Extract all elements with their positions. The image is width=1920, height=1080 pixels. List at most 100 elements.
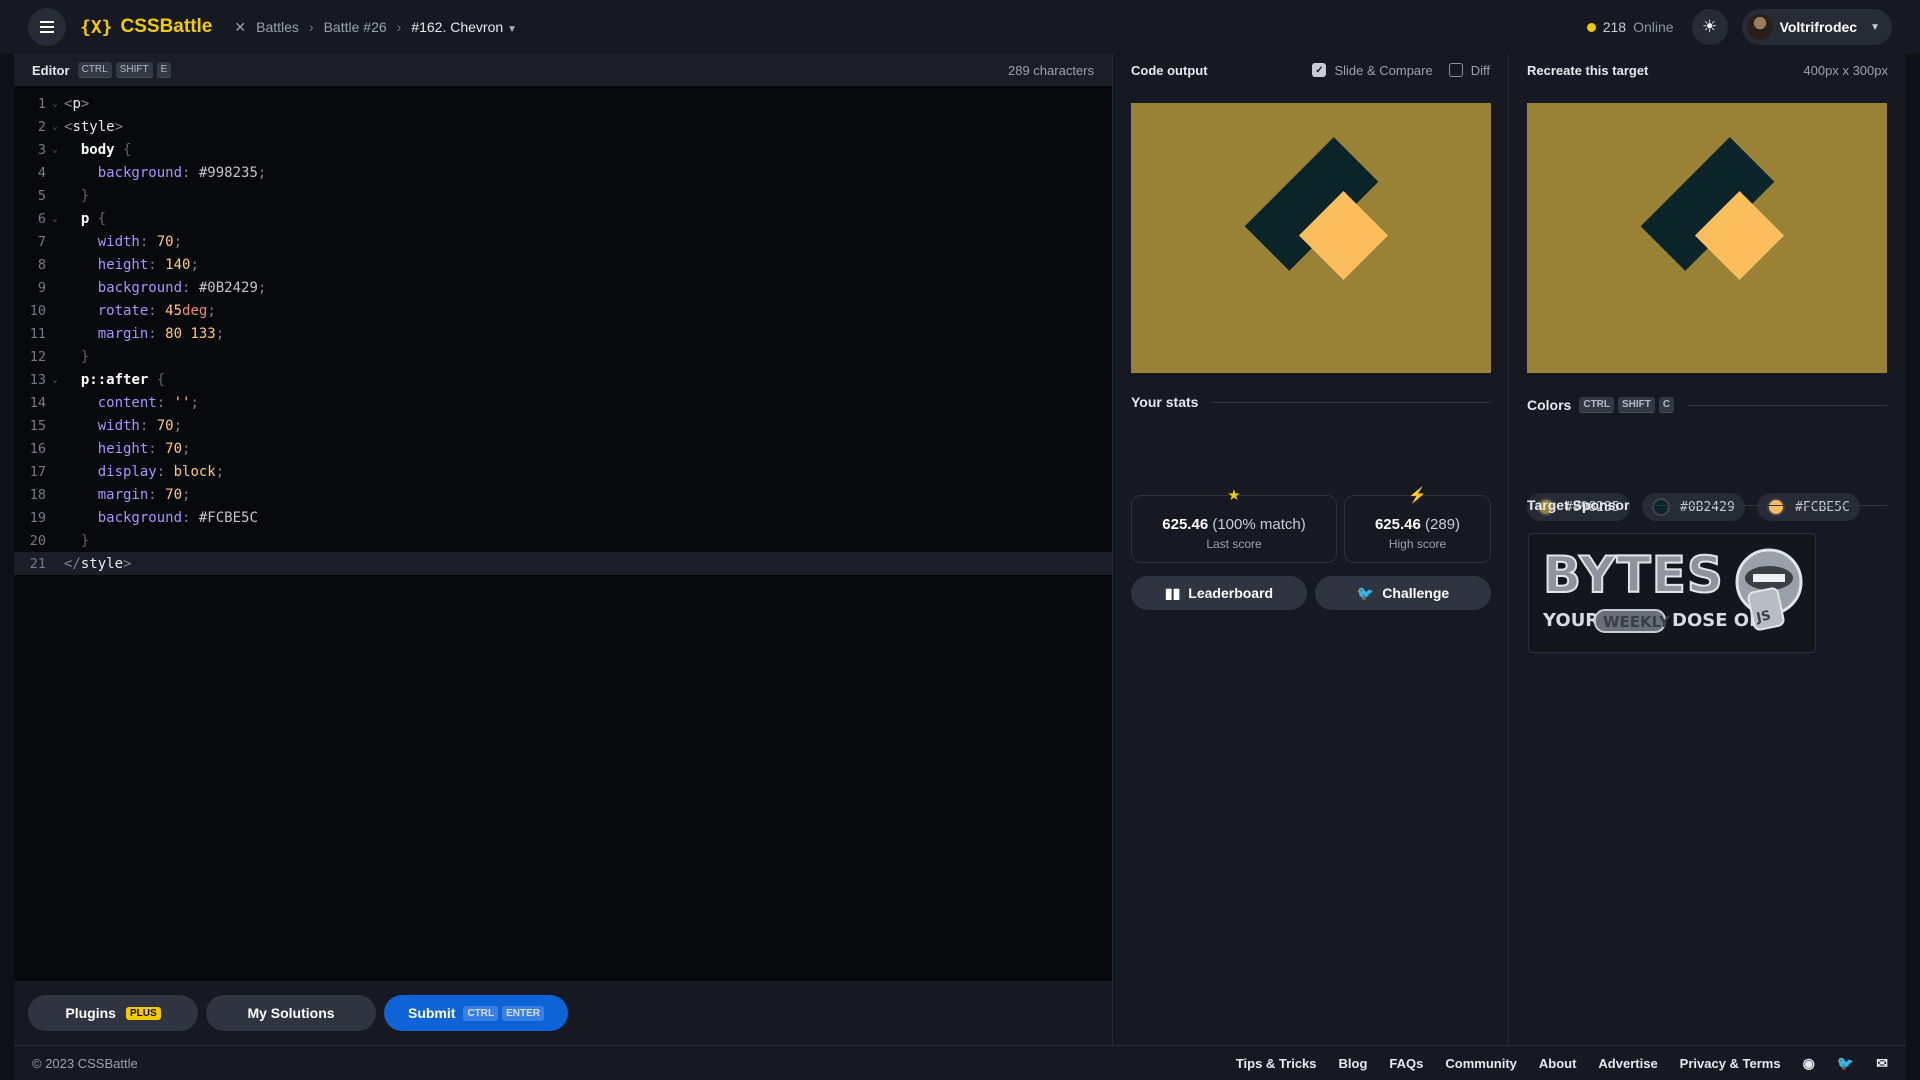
code-token: #FCBE5C xyxy=(198,509,258,526)
stats-title: Your stats xyxy=(1131,394,1199,410)
kbd-ctrl: CTRL xyxy=(1579,397,1615,413)
line-number: 7 xyxy=(37,233,46,250)
theme-toggle-button[interactable]: ☀ xyxy=(1691,9,1728,45)
chevron-right-icon: › xyxy=(396,19,402,35)
code-token: style xyxy=(72,118,115,135)
character-count: 289 characters xyxy=(1008,62,1094,78)
line-number: 19 xyxy=(29,509,46,526)
line-number: 14 xyxy=(29,394,46,411)
code-line[interactable]: 9 background: #0B2429; xyxy=(14,276,1112,299)
code-token: background xyxy=(97,279,183,296)
submit-label: Submit xyxy=(407,1005,456,1021)
my-solutions-label: My Solutions xyxy=(247,1005,335,1021)
page-footer: © 2023 CSSBattle Tips & Tricks Blog FAQs… xyxy=(14,1045,1906,1080)
sun-icon: ☀ xyxy=(1701,17,1718,36)
footer-link-tips[interactable]: Tips & Tricks xyxy=(1236,1056,1317,1071)
line-number: 10 xyxy=(29,302,46,319)
code-token: content xyxy=(97,394,157,411)
fold-icon[interactable]: ⌄ xyxy=(46,375,64,385)
logo[interactable]: {X} CSSBattle xyxy=(80,16,212,38)
code-line[interactable]: 1 ⌄ < p > xyxy=(14,92,1112,115)
footer-link-community[interactable]: Community xyxy=(1445,1056,1517,1071)
code-line[interactable]: 15 width: 70; xyxy=(14,414,1112,437)
line-number: 3 xyxy=(37,141,46,158)
fold-icon[interactable]: ⌄ xyxy=(46,214,64,224)
challenge-button[interactable]: 🐦 Challenge xyxy=(1315,576,1491,610)
last-score-detail: (100% match) xyxy=(1212,516,1306,533)
discord-icon[interactable]: ◉ xyxy=(1803,1055,1815,1072)
code-token: margin xyxy=(97,486,149,503)
hamburger-icon xyxy=(40,26,54,28)
logo-mark: {X} xyxy=(80,16,113,38)
footer-link-blog[interactable]: Blog xyxy=(1339,1056,1368,1071)
fold-icon[interactable]: ⌄ xyxy=(46,145,64,155)
code-editor[interactable]: 1 ⌄ < p > 2 ⌄ < style > 3 ⌄ body { 4 background: … xyxy=(14,86,1112,575)
sponsor-banner[interactable]: BYTES YOUR WEEKLY DOSE OF JS xyxy=(1528,533,1816,653)
code-line[interactable]: 8 height: 140; xyxy=(14,253,1112,276)
code-token: width xyxy=(97,233,140,250)
code-line[interactable]: 7 width: 70; xyxy=(14,230,1112,253)
line-number: 13 xyxy=(29,371,46,388)
code-line[interactable]: 18 margin: 70; xyxy=(14,483,1112,506)
code-line-active[interactable]: 21 </style > xyxy=(14,552,1112,575)
menu-button[interactable] xyxy=(28,8,66,46)
code-token: p xyxy=(80,371,90,388)
code-line[interactable]: 12 } xyxy=(14,345,1112,368)
code-line[interactable]: 6 ⌄ p { xyxy=(14,207,1112,230)
footer-link-advertise[interactable]: Advertise xyxy=(1598,1056,1657,1071)
crossed-swords-icon: ✕ xyxy=(234,18,247,35)
code-line[interactable]: 4 background: #998235; xyxy=(14,161,1112,184)
code-token: 140 xyxy=(165,256,191,273)
breadcrumb-target[interactable]: #162. Chevron ▼ xyxy=(411,19,517,35)
footer-link-privacy[interactable]: Privacy & Terms xyxy=(1680,1056,1781,1071)
code-line[interactable]: 13 ⌄ p::after { xyxy=(14,368,1112,391)
kbd-e: E xyxy=(156,62,172,78)
line-number: 9 xyxy=(37,279,46,296)
code-token: block xyxy=(173,463,216,480)
code-line[interactable]: 20 } xyxy=(14,529,1112,552)
submit-button[interactable]: Submit CTRL ENTER xyxy=(384,995,568,1031)
leaderboard-button[interactable]: ▮▮ Leaderboard xyxy=(1131,576,1307,610)
code-token: 70 xyxy=(165,486,183,503)
breadcrumb-battle[interactable]: Battle #26 xyxy=(324,19,387,35)
plugins-button[interactable]: Plugins PLUS xyxy=(28,995,198,1031)
fold-icon[interactable]: ⌄ xyxy=(46,99,64,109)
user-menu-button[interactable]: Voltrifrodec ▼ xyxy=(1741,9,1892,45)
line-number: 6 xyxy=(37,210,46,227)
twitter-icon[interactable]: 🐦 xyxy=(1837,1055,1854,1072)
diff-checkbox[interactable]: Diff xyxy=(1448,63,1490,78)
code-token: height xyxy=(97,440,149,457)
target-canvas[interactable] xyxy=(1527,103,1887,373)
line-number: 16 xyxy=(29,440,46,457)
slide-compare-checkbox[interactable]: ✓ Slide & Compare xyxy=(1312,62,1433,78)
plus-badge: PLUS xyxy=(125,1006,161,1020)
fold-icon[interactable]: ⌄ xyxy=(46,122,64,132)
code-token: 70 xyxy=(156,233,174,250)
mail-icon[interactable]: ✉ xyxy=(1876,1055,1888,1072)
high-score-detail: (289) xyxy=(1425,516,1461,533)
target-size: 400px x 300px xyxy=(1803,62,1888,78)
code-line[interactable]: 19 background: #FCBE5C xyxy=(14,506,1112,529)
code-output-canvas[interactable] xyxy=(1131,103,1491,373)
code-token: background xyxy=(97,509,183,526)
challenge-label: Challenge xyxy=(1382,585,1450,601)
code-line[interactable]: 5 } xyxy=(14,184,1112,207)
kbd-shift: SHIFT xyxy=(1618,397,1655,413)
my-solutions-button[interactable]: My Solutions xyxy=(206,995,376,1031)
code-token: body xyxy=(80,141,115,158)
code-line[interactable]: 11 margin: 80 133; xyxy=(14,322,1112,345)
code-line[interactable]: 14 content: ''; xyxy=(14,391,1112,414)
footer-link-faqs[interactable]: FAQs xyxy=(1389,1056,1423,1071)
code-line[interactable]: 16 height: 70; xyxy=(14,437,1112,460)
slide-compare-label: Slide & Compare xyxy=(1334,62,1433,78)
code-line[interactable]: 10 rotate: 45 deg; xyxy=(14,299,1112,322)
breadcrumb-battles[interactable]: Battles xyxy=(256,19,299,35)
code-line[interactable]: 17 display: block; xyxy=(14,460,1112,483)
code-line[interactable]: 3 ⌄ body { xyxy=(14,138,1112,161)
footer-link-about[interactable]: About xyxy=(1539,1056,1577,1071)
code-line[interactable]: 2 ⌄ < style > xyxy=(14,115,1112,138)
kbd-ctrl: CTRL xyxy=(463,1005,499,1021)
line-number: 18 xyxy=(29,486,46,503)
sponsor-heading: Target Sponsor xyxy=(1527,497,1887,513)
colors-heading: Colors CTRL SHIFT C xyxy=(1527,397,1887,413)
